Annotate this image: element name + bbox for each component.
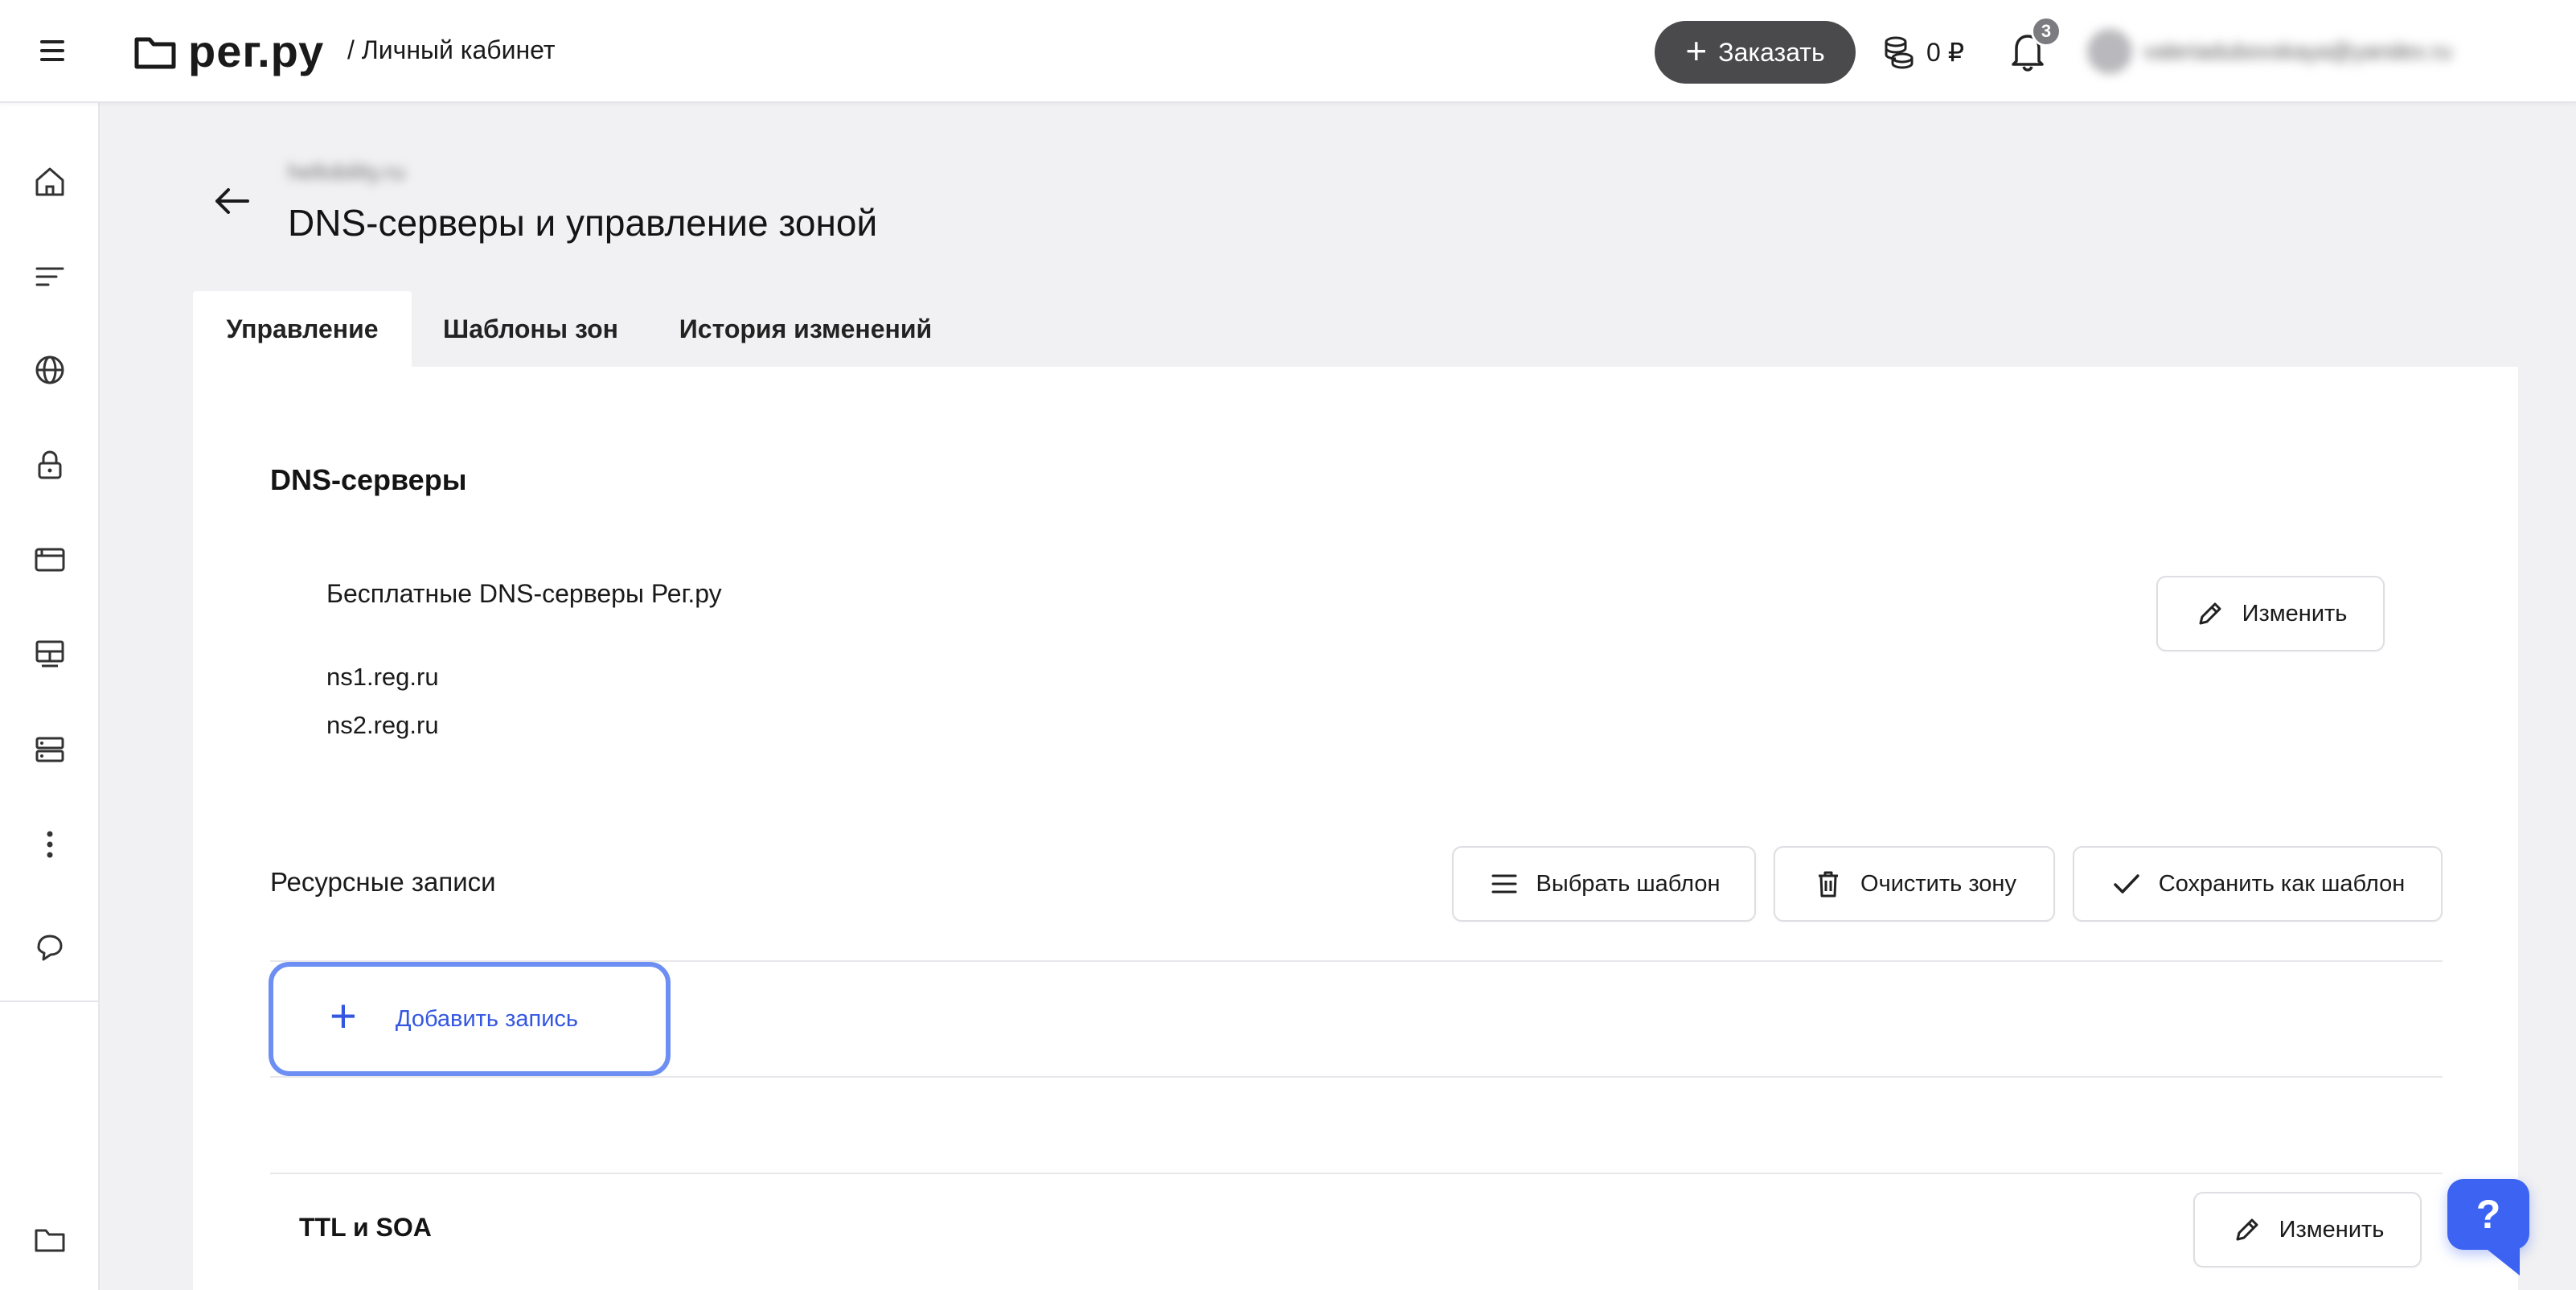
plus-icon: +	[330, 990, 357, 1042]
order-button[interactable]: + Заказать	[1655, 21, 1856, 84]
main-card: DNS-серверы Бесплатные DNS-серверы Рег.р…	[193, 367, 2518, 1290]
folder-logo-icon	[134, 37, 176, 69]
page-title: DNS-серверы и управление зоной	[288, 202, 878, 244]
ttl-edit-button[interactable]: Изменить	[2193, 1192, 2422, 1267]
folder-icon[interactable]	[32, 1222, 68, 1258]
server-icon[interactable]	[32, 732, 68, 767]
back-arrow-icon[interactable]	[211, 183, 252, 219]
user-menu[interactable]: valeriadubovskaya@yandex.ru	[2087, 24, 2521, 79]
dns-edit-label: Изменить	[2242, 600, 2348, 627]
menu-icon[interactable]	[40, 40, 64, 61]
logo-text: рег.ру	[188, 26, 325, 76]
ttl-edit-label: Изменить	[2279, 1216, 2385, 1243]
dns-server-2: ns2.reg.ru	[326, 711, 439, 739]
domain-name: hellobility.ru	[288, 159, 405, 184]
divider	[270, 1076, 2443, 1078]
save-as-template-label: Сохранить как шаблон	[2158, 870, 2406, 897]
save-as-template-button[interactable]: Сохранить как шаблон	[2073, 846, 2443, 922]
globe-icon[interactable]	[32, 352, 68, 388]
lock-icon[interactable]	[32, 447, 68, 483]
dns-servers-heading: DNS-серверы	[270, 463, 467, 496]
divider	[270, 1173, 2443, 1174]
trash-icon	[1819, 871, 1839, 898]
home-icon[interactable]	[32, 164, 68, 199]
plus-icon: +	[1685, 30, 1708, 72]
dns-edit-button[interactable]: Изменить	[2156, 576, 2385, 651]
add-record-label: Добавить запись	[395, 1005, 579, 1032]
dns-provider-name: Бесплатные DNS-серверы Рег.ру	[326, 579, 722, 608]
avatar	[2087, 29, 2132, 74]
order-button-label: Заказать	[1718, 37, 1825, 67]
balance[interactable]: 0 ₽	[1880, 34, 1964, 71]
cabinet-label[interactable]: / Личный кабинет	[347, 35, 556, 65]
check-icon	[2114, 874, 2139, 894]
ttl-soa-heading: TTL и SOA	[299, 1213, 432, 1242]
clear-zone-button[interactable]: Очистить зону	[1774, 846, 2055, 922]
pencil-icon	[2199, 602, 2221, 625]
browser-window-icon[interactable]	[32, 542, 68, 577]
list-icon[interactable]	[32, 259, 68, 294]
resource-records-heading: Ресурсные записи	[270, 867, 496, 897]
more-icon[interactable]	[32, 827, 68, 862]
site-builder-icon[interactable]	[32, 637, 68, 672]
tab-management[interactable]: Управление	[193, 291, 412, 367]
sidebar-divider	[0, 1000, 100, 1002]
top-bar: рег.ру / Личный кабинет + Заказать 0 ₽ 3…	[0, 0, 2576, 103]
chat-icon[interactable]	[32, 930, 68, 965]
notification-badge: 3	[2031, 16, 2061, 47]
clear-zone-label: Очистить зону	[1860, 870, 2016, 897]
logo[interactable]: рег.ру	[133, 26, 324, 77]
choose-template-label: Выбрать шаблон	[1536, 870, 1721, 897]
coins-icon	[1885, 36, 1914, 69]
tab-zone-templates[interactable]: Шаблоны зон	[434, 291, 627, 367]
list-icon	[1491, 874, 1517, 894]
dns-server-1: ns1.reg.ru	[326, 663, 439, 691]
pencil-icon	[2236, 1218, 2258, 1241]
user-email: valeriadubovskaya@yandex.ru	[2143, 39, 2452, 64]
sidebar	[0, 103, 100, 1290]
add-record-button[interactable]: + Добавить запись	[269, 962, 671, 1076]
balance-value: 0 ₽	[1926, 38, 1965, 67]
tab-change-history[interactable]: История изменений	[661, 291, 950, 367]
choose-template-button[interactable]: Выбрать шаблон	[1452, 846, 1756, 922]
help-button[interactable]: ?	[2447, 1179, 2529, 1250]
